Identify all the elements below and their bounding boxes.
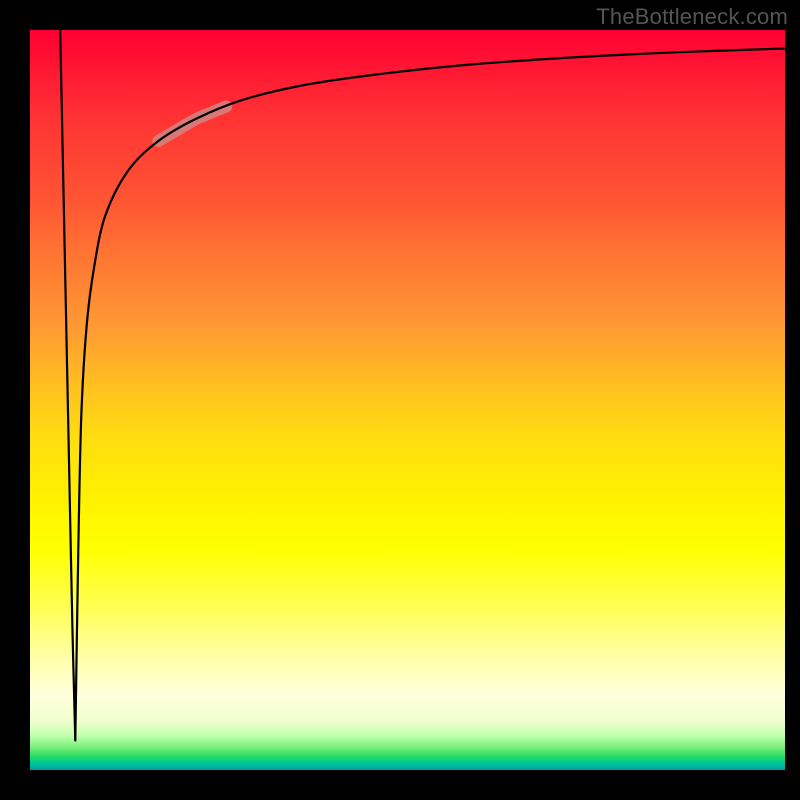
descending-branch-curve (60, 30, 75, 740)
ascending-branch-curve (75, 49, 785, 741)
highlight-segment (158, 106, 226, 141)
chart-container: TheBottleneck.com (0, 0, 800, 800)
curve-svg-layer (30, 30, 785, 770)
watermark-text: TheBottleneck.com (596, 4, 788, 30)
